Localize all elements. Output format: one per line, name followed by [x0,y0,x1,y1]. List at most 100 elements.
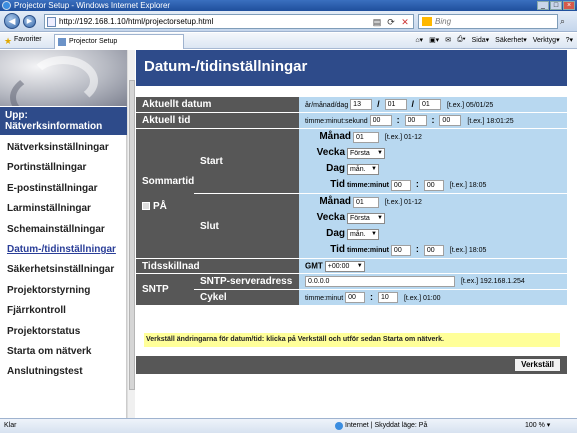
dst-start-day-label: Dag [326,163,346,174]
maximize-button[interactable]: □ [550,1,562,10]
sntp-cycle-value: timme:minut : [t.ex.] 01:00 [299,290,567,305]
dst-start-minute-input[interactable] [423,179,444,191]
close-button[interactable]: × [563,1,575,10]
bing-icon [422,17,432,26]
browser-tab[interactable]: Projector Setup [54,34,184,49]
tab-title: Projector Setup [69,38,118,45]
favorites-star-icon[interactable]: ★ [4,36,12,47]
mail-icon[interactable]: ✉ [445,36,451,44]
sntp-server-value: [t.ex.] 192.168.1.254 [299,274,567,289]
search-input[interactable]: Bing [418,14,558,29]
forward-button[interactable]: ▶ [23,15,36,28]
search-icon[interactable]: ⌕ [560,16,565,27]
stop-icon[interactable]: ✕ [399,16,411,28]
apply-button[interactable]: Verkställ [514,358,561,372]
sidebar-item-remote[interactable]: Fjärrkontroll [0,301,127,321]
window-titlebar: Projector Setup - Windows Internet Explo… [0,0,577,11]
sidebar-item-status[interactable]: Projektorstatus [0,322,127,342]
dst-label-cell: Sommartid PÅ [136,129,194,258]
help-menu-label: ? [565,37,570,44]
feeds-icon[interactable]: ▣▾ [429,36,439,44]
sidebar-item-security[interactable]: Säkerhetsinställningar [0,260,127,280]
sidebar-item-datetime[interactable]: Datum-/tidinställningar [0,240,127,260]
table-row-dst-start: Sommartid PÅ Start Månad [t.ex.] 01-12 V… [136,129,567,258]
sidebar-up-link[interactable]: Upp: Nätverksinformation [0,107,127,135]
table-row-sntp-cycle: Cykel timme:minut : [t.ex.] 01:00 [136,290,567,305]
chevron-down-icon: ▼ [377,149,383,156]
chevron-down-icon: ▼ [377,214,383,221]
address-bar[interactable]: http://192.168.1.10/html/projectorsetup.… [44,14,414,29]
dst-start-day-select[interactable]: mån. ▼ [346,163,379,175]
time-hour-input[interactable] [369,115,392,127]
time-separator: : [431,114,435,125]
notice-text: Verkställ ändringarna för datum/tid: kli… [144,333,560,347]
url-path: /html/projectorsetup.html [125,17,214,26]
sidebar-item-restart[interactable]: Starta om nätverk [0,342,127,362]
safety-menu[interactable]: Säkerhet▾ [495,36,527,44]
dst-start-hour-input[interactable] [390,179,411,191]
print-icon[interactable]: ⎙▾ [457,36,466,44]
time-format: timme:minut:sekund [305,117,368,125]
dst-end-time-label: Tid [330,244,346,255]
sidebar-item-schedule[interactable]: Schemainställningar [0,220,127,240]
dst-start-week-select[interactable]: Första ▼ [346,147,385,159]
table-row-sntp-server: SNTP SNTP-serveradress [t.ex.] 192.168.1… [136,274,567,305]
zoom-value: 100 % [525,422,545,429]
help-menu[interactable]: ?▾ [566,36,573,44]
dst-end-minute-input[interactable] [423,244,444,256]
zoom-level[interactable]: 100 % ▾ [525,419,550,433]
date-year-input[interactable] [350,99,373,111]
dst-end-time-format: timme:minut [346,247,389,254]
sntp-label: SNTP [136,274,194,305]
back-button[interactable]: ◀ [4,13,20,29]
sidebar-item-projector-control[interactable]: Projektorstyrning [0,281,127,301]
favorites-button[interactable]: Favoriter [14,36,42,43]
sidebar-item-network[interactable]: Nätverksinställningar [0,138,127,158]
dst-end-day-select[interactable]: mån. ▼ [346,228,379,240]
status-bar: Klar Internet | Skyddat läge: På 100 % ▾ [0,418,577,433]
compat-view-icon[interactable]: ▤ [371,16,383,28]
page-menu-label: Sida [471,37,486,44]
refresh-icon[interactable]: ⟳ [385,16,397,28]
minimize-button[interactable]: _ [537,1,549,10]
time-value: timme:minut:sekund : : [t.ex.] 18:01:25 [299,113,567,128]
sidebar: Upp: Nätverksinformation Nätverksinställ… [0,50,127,418]
timezone-value: GMT +00:00 ▼ [299,259,567,273]
date-day-input[interactable] [419,99,442,111]
dst-enable-checkbox[interactable] [142,201,150,210]
table-row-date: Aktuellt datum år/månad/dag / / [t.ex.] … [136,97,567,112]
home-icon[interactable]: ⌂▾ [415,36,423,44]
dst-end-month-input[interactable] [352,196,379,208]
dst-start-month-input[interactable] [352,131,379,143]
security-zone[interactable]: Internet | Skyddat läge: På [335,419,427,433]
chevron-down-icon: ▼ [371,230,377,237]
dst-end-hour-input[interactable] [390,244,411,256]
dst-end-day-value: mån. [349,230,366,238]
dst-start-time-example: [t.ex.] 18:05 [449,182,487,189]
window-title: Projector Setup - Windows Internet Explo… [14,1,171,10]
sntp-cycle-minute-input[interactable] [378,292,398,304]
time-minute-input[interactable] [404,115,427,127]
sidebar-item-email[interactable]: E-postinställningar [0,179,127,199]
date-separator: / [377,98,380,109]
sntp-cycle-hour-input[interactable] [345,292,366,304]
page-menu[interactable]: Sida▾ [472,36,490,44]
sidebar-item-port[interactable]: Portinställningar [0,158,127,178]
sidebar-scrollbar[interactable] [127,50,135,418]
favorites-bar: ★ Favoriter Projector Setup ⌂▾ ▣▾ ✉ ⎙▾ S… [0,33,577,49]
dst-end-month-label: Månad [319,196,352,207]
sntp-cycle-example: [t.ex.] 01:00 [403,294,441,302]
browser-navbar: ◀ ▶ http://192.168.1.10/html/projectorse… [0,11,577,32]
tools-menu[interactable]: Verktyg▾ [533,36,560,44]
dst-end-week-select[interactable]: Första ▼ [346,212,385,224]
sidebar-item-alarm[interactable]: Larminställningar [0,199,127,219]
sntp-server-input[interactable] [305,276,456,287]
url-host: http://192.168.1.10 [59,17,126,26]
date-month-input[interactable] [384,99,407,111]
time-second-input[interactable] [439,115,462,127]
timezone-select[interactable]: +00:00 ▼ [324,260,365,272]
scrollbar-thumb[interactable] [129,80,135,390]
sidebar-item-connection-test[interactable]: Anslutningstest [0,362,127,382]
time-separator: : [396,114,400,125]
dst-end-time-separator: : [415,244,419,254]
